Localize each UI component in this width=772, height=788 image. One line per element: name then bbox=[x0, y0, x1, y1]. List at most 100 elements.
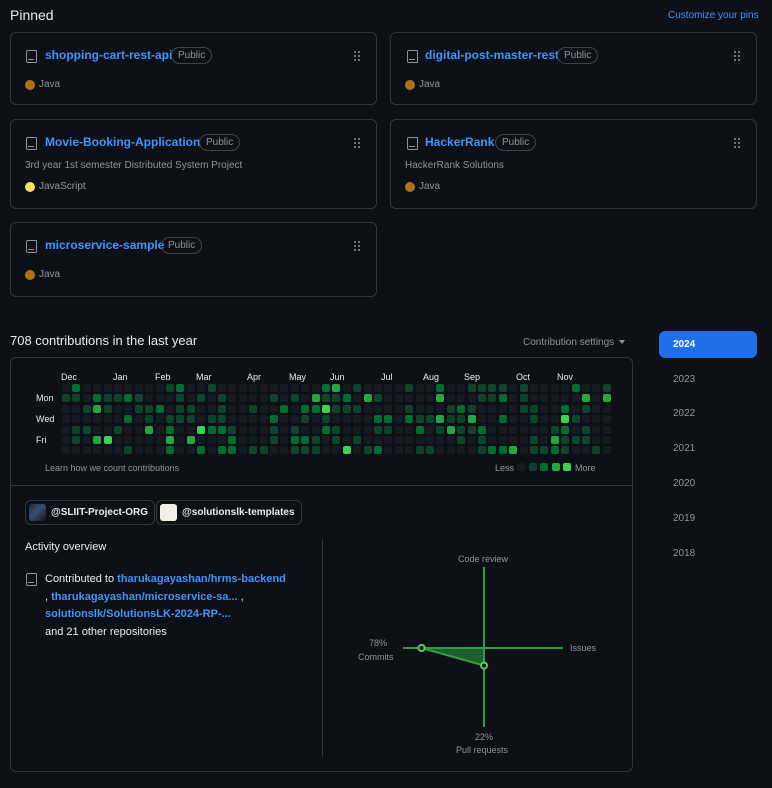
contribution-day-cell[interactable] bbox=[134, 415, 143, 424]
contribution-day-cell[interactable] bbox=[342, 394, 351, 403]
contribution-day-cell[interactable] bbox=[519, 425, 528, 434]
contribution-day-cell[interactable] bbox=[509, 404, 518, 413]
contribution-day-cell[interactable] bbox=[342, 436, 351, 444]
contribution-day-cell[interactable] bbox=[478, 384, 486, 392]
contribution-day-cell[interactable] bbox=[155, 384, 164, 392]
contribution-day-cell[interactable] bbox=[498, 384, 507, 392]
year-button-2020[interactable]: 2020 bbox=[673, 478, 695, 489]
contribution-day-cell[interactable] bbox=[467, 446, 476, 455]
contribution-day-cell[interactable] bbox=[207, 415, 216, 424]
contribution-day-cell[interactable] bbox=[457, 425, 466, 434]
contribution-day-cell[interactable] bbox=[322, 436, 330, 444]
contribution-day-cell[interactable] bbox=[72, 415, 81, 424]
contribution-day-cell[interactable] bbox=[374, 446, 382, 455]
contribution-day-cell[interactable] bbox=[426, 384, 434, 392]
contribution-day-cell[interactable] bbox=[176, 394, 185, 403]
contribution-day-cell[interactable] bbox=[311, 415, 320, 424]
contribution-day-cell[interactable] bbox=[93, 415, 102, 424]
contribution-day-cell[interactable] bbox=[561, 384, 570, 392]
contribution-day-cell[interactable] bbox=[249, 446, 258, 455]
contribution-day-cell[interactable] bbox=[353, 425, 362, 434]
contribution-day-cell[interactable] bbox=[519, 436, 528, 444]
contribution-day-cell[interactable] bbox=[145, 394, 154, 403]
contribution-day-cell[interactable] bbox=[446, 415, 455, 424]
contribution-day-cell[interactable] bbox=[488, 425, 497, 434]
contribution-day-cell[interactable] bbox=[134, 394, 143, 403]
contribution-day-cell[interactable] bbox=[592, 415, 601, 424]
contribution-day-cell[interactable] bbox=[436, 415, 445, 424]
contribution-day-cell[interactable] bbox=[176, 425, 185, 434]
learn-contributions-link[interactable]: Learn how we count contributions bbox=[45, 463, 179, 473]
contribution-day-cell[interactable] bbox=[571, 415, 580, 424]
contribution-day-cell[interactable] bbox=[457, 384, 466, 392]
contribution-day-cell[interactable] bbox=[602, 415, 611, 424]
contribution-day-cell[interactable] bbox=[72, 436, 81, 444]
contribution-day-cell[interactable] bbox=[540, 425, 549, 434]
contribution-day-cell[interactable] bbox=[134, 436, 143, 444]
contribution-day-cell[interactable] bbox=[238, 404, 247, 413]
repo-name-link[interactable]: Movie-Booking-Application bbox=[45, 135, 200, 149]
contribution-day-cell[interactable] bbox=[114, 384, 122, 392]
contribution-day-cell[interactable] bbox=[218, 404, 226, 413]
contribution-day-cell[interactable] bbox=[228, 425, 237, 434]
contribution-day-cell[interactable] bbox=[446, 436, 455, 444]
contribution-day-cell[interactable] bbox=[353, 436, 362, 444]
contribution-day-cell[interactable] bbox=[509, 384, 518, 392]
contribution-day-cell[interactable] bbox=[540, 415, 549, 424]
contribution-day-cell[interactable] bbox=[93, 436, 102, 444]
contribution-day-cell[interactable] bbox=[166, 394, 174, 403]
contribution-day-cell[interactable] bbox=[571, 404, 580, 413]
contribution-day-cell[interactable] bbox=[197, 384, 206, 392]
contribution-day-cell[interactable] bbox=[519, 404, 528, 413]
contribution-day-cell[interactable] bbox=[342, 415, 351, 424]
contribution-day-cell[interactable] bbox=[259, 446, 268, 455]
contribution-day-cell[interactable] bbox=[280, 394, 289, 403]
contribution-day-cell[interactable] bbox=[270, 384, 278, 392]
contribution-day-cell[interactable] bbox=[124, 404, 133, 413]
drag-handle-icon[interactable] bbox=[354, 51, 360, 61]
contribution-day-cell[interactable] bbox=[415, 436, 424, 444]
contribution-day-cell[interactable] bbox=[530, 404, 538, 413]
contribution-day-cell[interactable] bbox=[498, 425, 507, 434]
contribution-day-cell[interactable] bbox=[62, 404, 70, 413]
contribution-day-cell[interactable] bbox=[353, 415, 362, 424]
contribution-day-cell[interactable] bbox=[363, 436, 372, 444]
contribution-day-cell[interactable] bbox=[602, 446, 611, 455]
contribution-day-cell[interactable] bbox=[238, 446, 247, 455]
contribution-day-cell[interactable] bbox=[519, 384, 528, 392]
contribution-day-cell[interactable] bbox=[62, 384, 70, 392]
year-button-2019[interactable]: 2019 bbox=[673, 513, 695, 524]
contribution-day-cell[interactable] bbox=[478, 425, 486, 434]
contribution-day-cell[interactable] bbox=[197, 425, 206, 434]
contribution-day-cell[interactable] bbox=[311, 394, 320, 403]
contribution-day-cell[interactable] bbox=[405, 404, 414, 413]
contribution-day-cell[interactable] bbox=[592, 436, 601, 444]
contribution-day-cell[interactable] bbox=[561, 394, 570, 403]
contribution-day-cell[interactable] bbox=[197, 415, 206, 424]
contribution-day-cell[interactable] bbox=[207, 425, 216, 434]
contribution-day-cell[interactable] bbox=[124, 384, 133, 392]
contribution-day-cell[interactable] bbox=[571, 425, 580, 434]
contribution-day-cell[interactable] bbox=[166, 446, 174, 455]
contribution-day-cell[interactable] bbox=[280, 425, 289, 434]
contribution-day-cell[interactable] bbox=[301, 404, 310, 413]
contribution-day-cell[interactable] bbox=[561, 446, 570, 455]
contribution-day-cell[interactable] bbox=[145, 436, 154, 444]
contribution-day-cell[interactable] bbox=[103, 425, 112, 434]
contribution-day-cell[interactable] bbox=[270, 394, 278, 403]
contribution-day-cell[interactable] bbox=[467, 404, 476, 413]
year-button-2018[interactable]: 2018 bbox=[673, 548, 695, 559]
contribution-day-cell[interactable] bbox=[592, 394, 601, 403]
contribution-day-cell[interactable] bbox=[592, 384, 601, 392]
contribution-day-cell[interactable] bbox=[93, 446, 102, 455]
contribution-day-cell[interactable] bbox=[155, 415, 164, 424]
contribution-day-cell[interactable] bbox=[259, 436, 268, 444]
contribution-day-cell[interactable] bbox=[280, 446, 289, 455]
contribution-day-cell[interactable] bbox=[363, 404, 372, 413]
contribution-day-cell[interactable] bbox=[498, 415, 507, 424]
contribution-day-cell[interactable] bbox=[280, 404, 289, 413]
contribution-day-cell[interactable] bbox=[384, 384, 393, 392]
contribution-day-cell[interactable] bbox=[155, 446, 164, 455]
contribution-day-cell[interactable] bbox=[155, 425, 164, 434]
contribution-day-cell[interactable] bbox=[384, 415, 393, 424]
